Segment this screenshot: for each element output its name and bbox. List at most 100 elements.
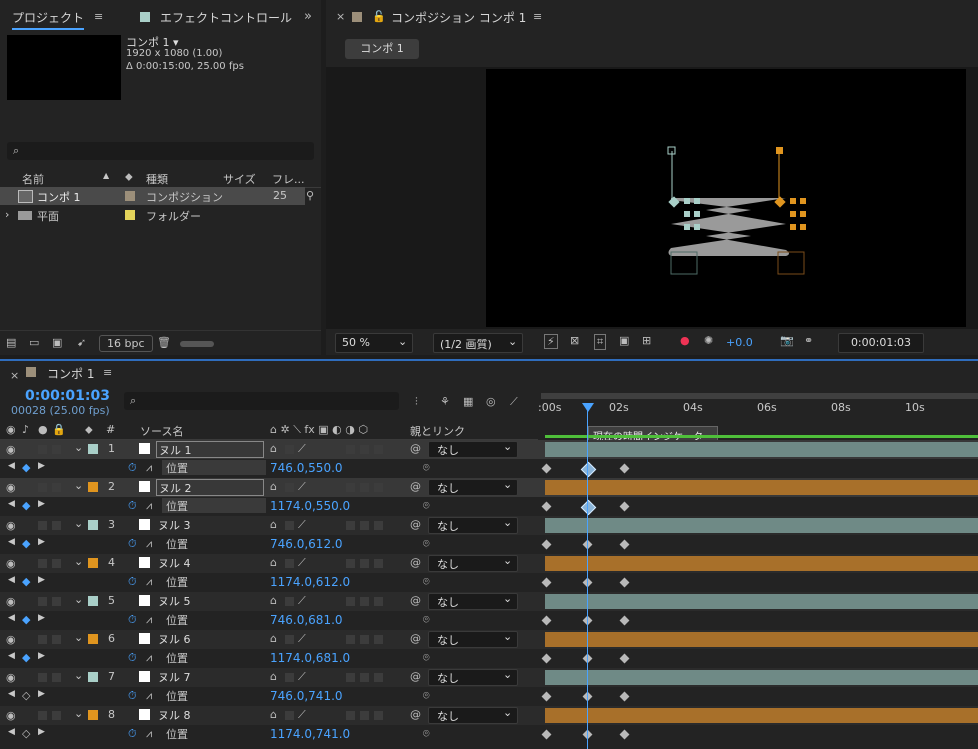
lock-box[interactable] bbox=[52, 521, 61, 530]
switch-box[interactable] bbox=[285, 711, 294, 720]
current-time-indicator[interactable] bbox=[587, 403, 588, 749]
eye-icon[interactable]: ◉ bbox=[6, 709, 16, 722]
comp-breadcrumb-tab[interactable]: コンポ 1 bbox=[345, 39, 419, 59]
thumbnail-slider[interactable] bbox=[180, 341, 214, 347]
switch-box[interactable] bbox=[285, 597, 294, 606]
graph-icon[interactable]: ⩘ bbox=[146, 613, 152, 627]
zoom-dropdown[interactable]: 50 % ⌄ bbox=[335, 333, 413, 353]
prev-keyframe-icon[interactable]: ◀ bbox=[8, 461, 15, 471]
col-frames[interactable]: フレ... bbox=[272, 171, 305, 187]
frame-blending-icon[interactable]: ▦ bbox=[463, 395, 473, 408]
layer-name[interactable]: ヌル 2 bbox=[156, 479, 264, 496]
add-keyframe-icon[interactable]: ◇ bbox=[22, 727, 30, 740]
col-type[interactable]: 種類 bbox=[146, 171, 168, 187]
close-icon[interactable]: × bbox=[10, 369, 19, 382]
layer-name[interactable]: ヌル 5 bbox=[156, 593, 262, 608]
keyframe[interactable] bbox=[541, 577, 552, 588]
position-property-row[interactable]: ◀ ◇ ▶ ⏱ ⩘ 位置 746.0,741.0 ⌾ bbox=[0, 687, 978, 706]
keyframe[interactable] bbox=[619, 615, 630, 626]
parent-dropdown[interactable]: なし ⌄ bbox=[428, 630, 518, 648]
switch-box[interactable] bbox=[346, 711, 355, 720]
switch-box[interactable] bbox=[374, 597, 383, 606]
pickwhip-icon[interactable]: @ bbox=[410, 708, 421, 721]
switch-box[interactable] bbox=[285, 559, 294, 568]
expression-pickwhip-icon[interactable]: ⌾ bbox=[423, 613, 430, 627]
add-keyframe-icon[interactable]: ◆ bbox=[22, 613, 30, 626]
next-keyframe-icon[interactable]: ▶ bbox=[38, 499, 45, 509]
layer-row[interactable]: ◉ ⌄ 7 ヌル 7 ⌂ ⟋ @ なし ⌄ bbox=[0, 668, 978, 687]
flowchart-icon[interactable]: ⚲ bbox=[306, 189, 314, 202]
layer-row[interactable]: ◉ ⌄ 8 ヌル 8 ⌂ ⟋ @ なし ⌄ bbox=[0, 706, 978, 725]
layer-duration-bar[interactable] bbox=[545, 594, 978, 609]
layer-row[interactable]: ◉ ⌄ 2 ヌル 2 ⌂ ⟋ @ なし ⌄ bbox=[0, 478, 978, 497]
eye-icon[interactable]: ◉ bbox=[6, 633, 16, 646]
pickwhip-icon[interactable]: @ bbox=[410, 518, 421, 531]
trash-icon[interactable]: 🗑 bbox=[157, 336, 171, 349]
switch-box[interactable] bbox=[285, 445, 294, 454]
switch-box[interactable] bbox=[360, 597, 369, 606]
expression-pickwhip-icon[interactable]: ⌾ bbox=[423, 689, 430, 703]
label-swatch[interactable] bbox=[88, 482, 98, 492]
label-swatch[interactable] bbox=[88, 710, 98, 720]
prev-keyframe-icon[interactable]: ◀ bbox=[8, 727, 15, 737]
expression-pickwhip-icon[interactable]: ⌾ bbox=[423, 651, 430, 665]
expand-chevron-icon[interactable]: ⌄ bbox=[74, 707, 83, 720]
snapshot-camera-icon[interactable]: 📷 bbox=[780, 334, 794, 347]
lock-box[interactable] bbox=[52, 673, 61, 682]
solo-box[interactable] bbox=[38, 635, 47, 644]
expand-chevron-icon[interactable]: ⌄ bbox=[74, 669, 83, 682]
label-swatch[interactable] bbox=[88, 634, 98, 644]
solo-box[interactable] bbox=[38, 711, 47, 720]
solo-icon[interactable]: ● bbox=[38, 423, 48, 436]
keyframe[interactable] bbox=[619, 501, 630, 512]
expression-pickwhip-icon[interactable]: ⌾ bbox=[423, 575, 430, 589]
keyframe[interactable] bbox=[580, 461, 597, 478]
stopwatch-icon[interactable]: ⏱ bbox=[128, 651, 137, 665]
layer-duration-bar[interactable] bbox=[545, 670, 978, 685]
add-keyframe-icon[interactable]: ◆ bbox=[22, 575, 30, 588]
render-icon[interactable]: ➹ bbox=[77, 336, 86, 349]
parent-dropdown[interactable]: なし ⌄ bbox=[428, 554, 518, 572]
shy-switch-icon[interactable]: ⌂ bbox=[270, 594, 277, 607]
eye-icon[interactable]: ◉ bbox=[6, 595, 16, 608]
quality-switch-icon[interactable]: ⟋ bbox=[298, 480, 306, 494]
stopwatch-icon[interactable]: ⏱ bbox=[128, 461, 137, 475]
quality-switch-icon[interactable]: ⟋ bbox=[298, 518, 306, 532]
prev-keyframe-icon[interactable]: ◀ bbox=[8, 499, 15, 509]
layer-duration-bar[interactable] bbox=[545, 632, 978, 647]
prev-keyframe-icon[interactable]: ◀ bbox=[8, 651, 15, 661]
keyframe[interactable] bbox=[619, 653, 630, 664]
prev-keyframe-icon[interactable]: ◀ bbox=[8, 537, 15, 547]
graph-icon[interactable]: ⩘ bbox=[146, 651, 152, 665]
parent-dropdown[interactable]: なし ⌄ bbox=[428, 440, 518, 458]
position-property-row[interactable]: ◀ ◇ ▶ ⏱ ⩘ 位置 1174.0,741.0 ⌾ bbox=[0, 725, 978, 744]
solo-box[interactable] bbox=[38, 445, 47, 454]
switch-box[interactable] bbox=[374, 521, 383, 530]
expand-chevron-icon[interactable]: ⌄ bbox=[74, 479, 83, 492]
layer-duration-bar[interactable] bbox=[545, 708, 978, 723]
comp-canvas[interactable] bbox=[486, 69, 966, 327]
parent-dropdown[interactable]: なし ⌄ bbox=[428, 592, 518, 610]
fast-preview-icon[interactable]: ⚡ bbox=[544, 334, 558, 349]
switch-box[interactable] bbox=[374, 635, 383, 644]
keyframe[interactable] bbox=[580, 499, 597, 516]
new-comp-icon[interactable]: ▣ bbox=[52, 336, 62, 349]
expand-chevron-icon[interactable]: ⌄ bbox=[74, 517, 83, 530]
switch-box[interactable] bbox=[346, 597, 355, 606]
quality-switch-icon[interactable]: ⟋ bbox=[298, 442, 306, 456]
next-keyframe-icon[interactable]: ▶ bbox=[38, 461, 45, 471]
shy-switch-icon[interactable]: ⌂ bbox=[270, 670, 277, 683]
new-folder-icon[interactable]: ▭ bbox=[29, 336, 39, 349]
add-keyframe-icon[interactable]: ◆ bbox=[22, 499, 30, 512]
graph-icon[interactable]: ⩘ bbox=[146, 537, 152, 551]
timecode-field[interactable]: 0:00:01:03 bbox=[838, 333, 924, 353]
graph-icon[interactable]: ⩘ bbox=[146, 727, 152, 741]
eye-icon[interactable]: ◉ bbox=[6, 671, 16, 684]
keyframe[interactable] bbox=[541, 729, 552, 740]
layer-name[interactable]: ヌル 3 bbox=[156, 517, 262, 532]
keyframe[interactable] bbox=[541, 463, 552, 474]
graph-icon[interactable]: ⩘ bbox=[146, 461, 152, 475]
menu-icon[interactable]: ≡ bbox=[94, 10, 103, 23]
shy-switch-icon[interactable]: ⌂ bbox=[270, 708, 277, 721]
pickwhip-icon[interactable]: @ bbox=[410, 480, 421, 493]
